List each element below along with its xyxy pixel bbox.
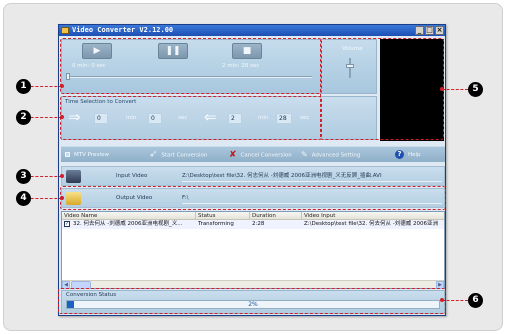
input-video-row[interactable]: Input Video Z:\Desktop\test file\32. 何志何… [61, 166, 445, 186]
close-button[interactable]: × [435, 26, 444, 35]
row-video-name: 32. 何去何从 -刘德威 2006亚洲电视剧_义... [73, 221, 183, 227]
help-icon: ? [395, 150, 404, 159]
column-video-input[interactable]: Video Input [302, 212, 444, 220]
window-title: Video Converter V2.12.00 [72, 26, 174, 34]
callout-badge-1: 1 [16, 79, 31, 94]
mtv-checkbox-icon [65, 152, 70, 157]
window-controls: _ □ × [415, 26, 444, 35]
maximize-button[interactable]: □ [425, 26, 434, 35]
column-duration[interactable]: Duration [250, 212, 302, 220]
callout-box-time [60, 96, 322, 140]
callout-line-6 [442, 300, 468, 301]
mtv-preview-label: MTV Preview [74, 152, 110, 158]
callout-box-player [60, 38, 322, 94]
app-icon [61, 27, 69, 34]
horizontal-scrollbar[interactable]: ◀ ▶ [62, 280, 444, 289]
advanced-setting-button[interactable]: ✎ Advanced Setting [301, 149, 360, 161]
row-status: Transforming [198, 221, 234, 227]
callout-badge-4: 4 [16, 191, 31, 206]
title-bar: Video Converter V2.12.00 _ □ × [59, 25, 445, 36]
callout-dot-1 [60, 84, 64, 88]
row-duration: 2:28 [252, 221, 265, 227]
advanced-setting-label: Advanced Setting [311, 152, 361, 159]
minimize-button[interactable]: _ [415, 26, 424, 35]
row-checkbox[interactable]: ✓ [64, 221, 70, 227]
start-conversion-button[interactable]: ➶ Start Conversion [149, 149, 207, 161]
callout-dot-2 [60, 115, 64, 119]
toolbar: MTV Preview ➶ Start Conversion ✘ Cancel Co… [61, 146, 445, 162]
table-row[interactable]: ✓ 32. 何去何从 -刘德威 2006亚洲电视剧_义... Transform… [62, 220, 444, 229]
callout-dot-6 [440, 298, 444, 302]
input-video-icon[interactable] [66, 170, 81, 183]
callout-badge-6: 6 [468, 293, 483, 308]
callout-dot-4 [60, 196, 64, 200]
help-button[interactable]: ? Help [395, 149, 421, 161]
column-video-name[interactable]: Video Name [62, 212, 196, 220]
callout-line-4 [26, 198, 62, 199]
start-conversion-label: Start Conversion [161, 152, 208, 159]
task-table: Video Name Status Duration Video Input ✓… [61, 211, 445, 289]
settings-icon: ✎ [301, 150, 308, 159]
callout-box-output [60, 186, 446, 210]
callout-dot-5 [440, 87, 444, 91]
cancel-icon: ✘ [229, 150, 237, 160]
cancel-conversion-button[interactable]: ✘ Cancel Conversion [229, 149, 292, 161]
mtv-preview-toggle[interactable]: MTV Preview [65, 149, 109, 161]
table-header: Video Name Status Duration Video Input [62, 212, 444, 220]
callout-badge-5: 5 [468, 82, 483, 97]
callout-badge-2: 2 [16, 110, 31, 125]
callout-line-2 [26, 117, 62, 118]
callout-box-status [58, 288, 446, 314]
callout-dot-3 [60, 174, 64, 178]
callout-badge-3: 3 [16, 169, 31, 184]
input-video-path[interactable]: Z:\Desktop\test file\32. 何志何从 -刘德威 2006亚… [182, 172, 442, 182]
callout-line-3 [26, 176, 62, 177]
column-status[interactable]: Status [196, 212, 250, 220]
input-video-label: Input Video [116, 173, 148, 179]
callout-line-5 [442, 89, 468, 90]
callout-box-preview [320, 38, 444, 140]
callout-line-1 [26, 86, 62, 87]
cancel-conversion-label: Cancel Conversion [240, 152, 292, 159]
row-video-input: Z:\Desktop\test file\32. 何去何从 -刘德威 2006亚… [304, 221, 439, 227]
start-arrow-icon: ➶ [149, 149, 158, 160]
help-label: Help [408, 152, 421, 158]
